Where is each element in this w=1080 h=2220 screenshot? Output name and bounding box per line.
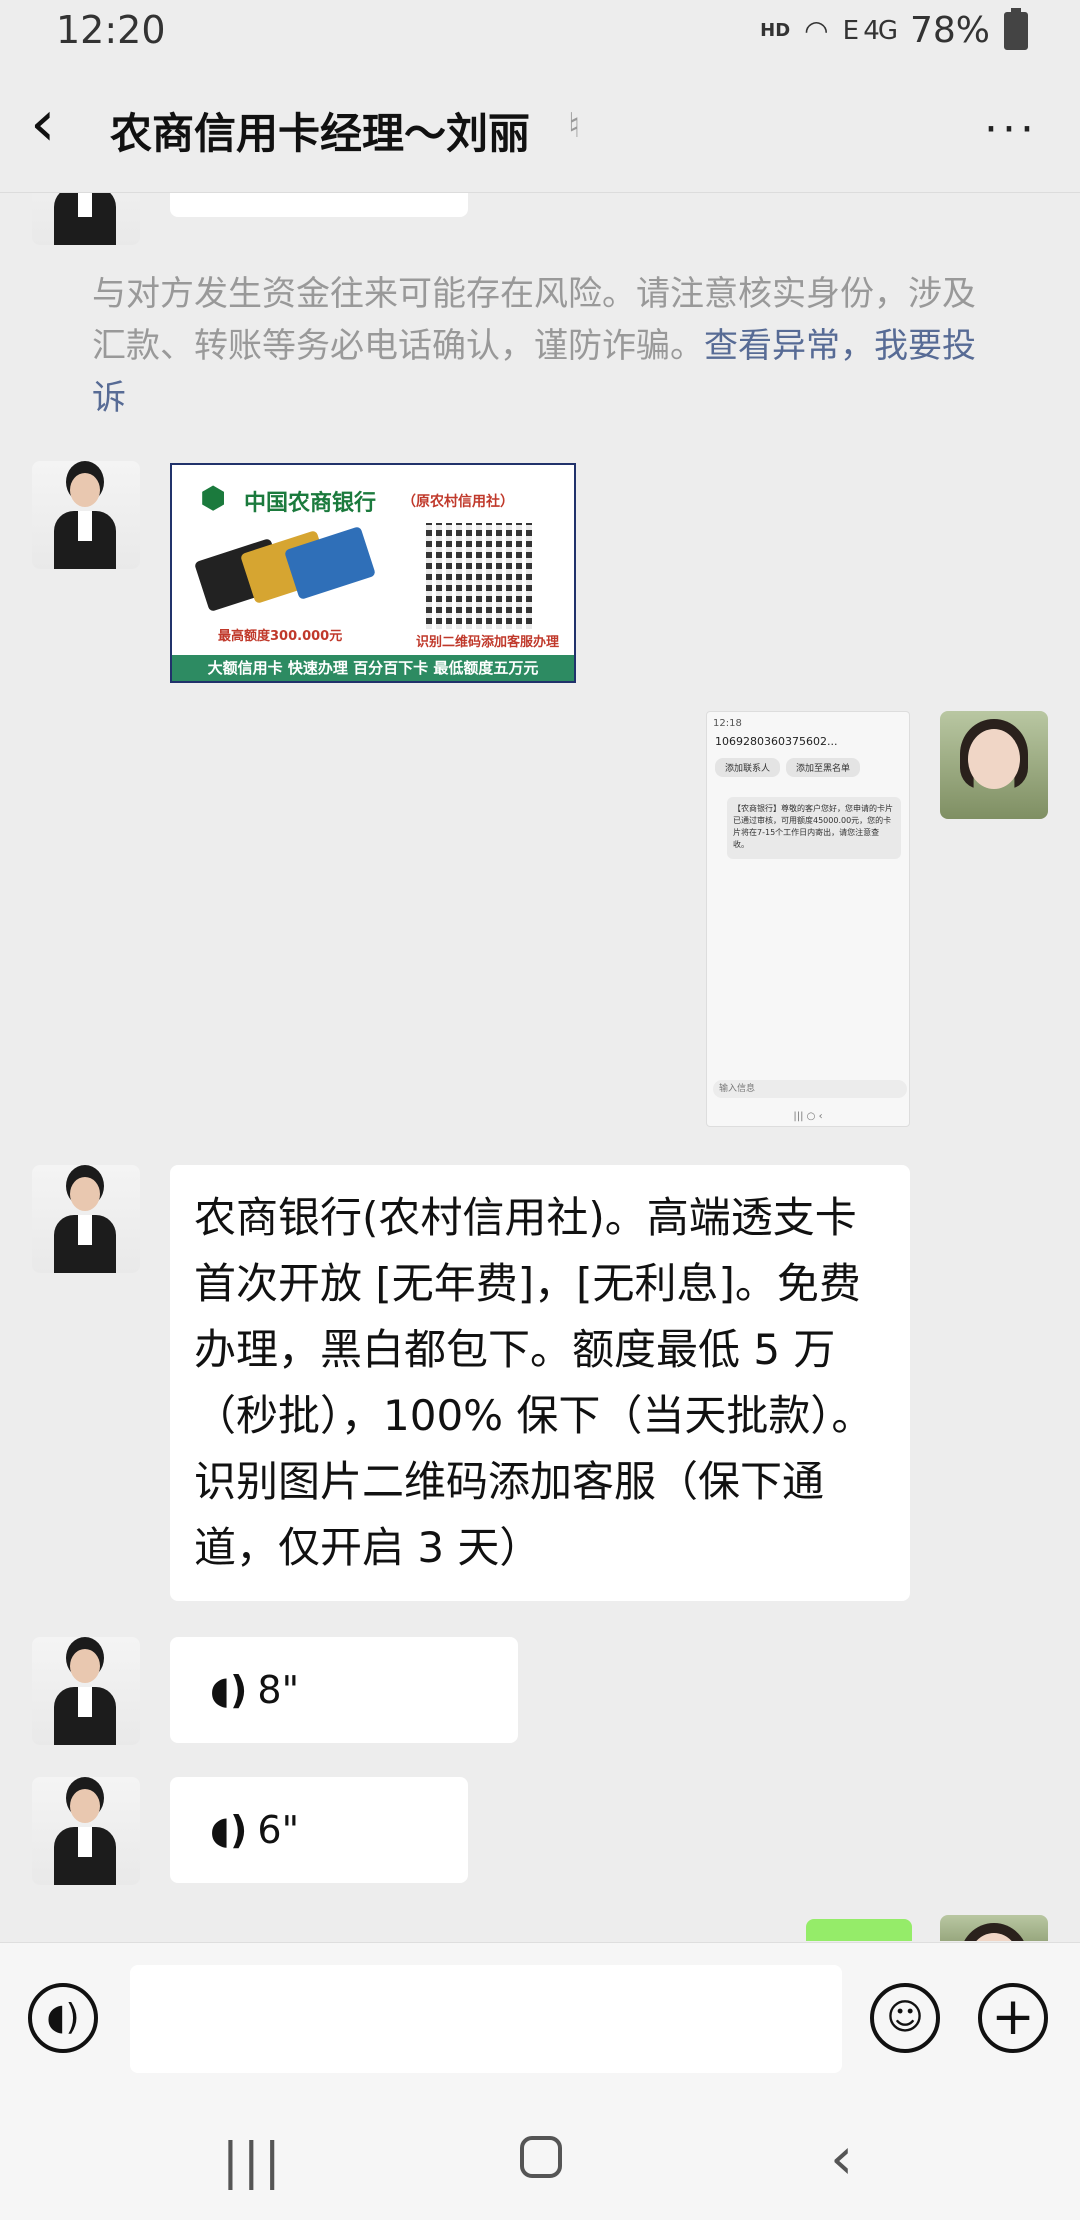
bank-subtitle: （原农村信用社） <box>402 494 514 510</box>
system-nav-bar: ||| ‹ <box>0 2092 1080 2220</box>
status-icons: HD ◠ E 4G 78% <box>760 7 1028 51</box>
signal-icon: E 4G <box>842 15 898 46</box>
sms-message-text: 【农商银行】尊敬的客户您好，您申请的卡片已通过审核，可用额度45000.00元，… <box>727 797 901 859</box>
sms-screenshot-message[interactable]: 12:18 10692803603756​02... 添加联系人 添加至黑名单 … <box>706 711 910 1127</box>
sms-blacklist-chip: 添加至黑名单 <box>786 758 861 777</box>
sms-sender-number: 10692803603756​02... <box>715 735 838 748</box>
battery-percent: 78% <box>909 10 990 51</box>
user-avatar[interactable] <box>940 711 1048 819</box>
bank-banner-text: 大额信用卡 快速办理 百分百下卡 最低额度五万元 <box>172 655 574 681</box>
user-avatar[interactable] <box>940 1915 1048 1941</box>
voice-duration: 8" <box>257 1668 300 1712</box>
battery-icon <box>1004 7 1028 50</box>
agent-avatar[interactable] <box>32 1165 140 1273</box>
message-input-bar: ◖) ☺ + <box>0 1942 1080 2093</box>
nav-back-icon[interactable]: ‹ <box>830 2124 853 2192</box>
scan-qr-text: 识别二维码添加客服办理 <box>416 635 560 650</box>
back-arrow-icon[interactable]: ‹ <box>30 92 90 156</box>
agent-avatar[interactable] <box>32 1637 140 1745</box>
sms-add-contact-chip: 添加联系人 <box>715 758 781 777</box>
voice-input-button[interactable]: ◖) <box>28 1983 98 2053</box>
wifi-icon: ◠ <box>804 14 829 47</box>
agent-avatar[interactable] <box>32 193 140 245</box>
agent-avatar[interactable] <box>32 1777 140 1885</box>
text-message-bubble[interactable]: 农商银行(农村信用社)。高端透支卡首次开放 [无年费]，[无利息]。免费办理，黑… <box>170 1165 910 1601</box>
sms-status-time: 12:18 <box>713 718 742 729</box>
voice-wave-icon: ◖) <box>210 1668 248 1712</box>
chat-header: ‹ 农商信用卡经理～刘丽 ♮ ··· <box>0 66 1080 193</box>
emoji-button[interactable]: ☺ <box>870 1983 940 2053</box>
message-input[interactable] <box>130 1965 842 2073</box>
voice-wave-icon: ◖) <box>210 1808 248 1852</box>
chat-title: 农商信用卡经理～刘丽 <box>110 109 531 158</box>
plus-button[interactable]: + <box>978 1983 1048 2053</box>
status-time: 12:20 <box>56 8 166 52</box>
voice-duration: 6" <box>257 1808 300 1852</box>
status-bar: 12:20 HD ◠ E 4G 78% <box>0 0 1080 66</box>
bank-logo-icon: ⬢ <box>200 481 227 516</box>
self-message-bubble-partial[interactable] <box>806 1919 912 1941</box>
sms-input-placeholder: 输入信息 <box>713 1080 907 1098</box>
voice-message-bubble[interactable]: ◖) 6" <box>170 1777 468 1883</box>
bank-name: 中国农商银行 <box>244 491 377 516</box>
ear-icon: ♮ <box>568 106 581 146</box>
more-options-button[interactable]: ··· <box>984 104 1038 155</box>
agent-avatar[interactable] <box>32 461 140 569</box>
bank-card-image-message[interactable]: ⬢ 中国农商银行 （原农村信用社） 最高额度300.000元 识别二维码添加客服… <box>170 463 576 683</box>
max-limit-text: 最高额度300.000元 <box>218 629 343 644</box>
chat-area[interactable]: 与对方发生资金往来可能存在风险。请注意核实身份，涉及汇款、转账等务必电话确认，谨… <box>0 193 1080 1941</box>
recent-apps-icon[interactable]: ||| <box>222 2132 285 2190</box>
voice-message-bubble[interactable]: ◖) 8" <box>170 1637 518 1743</box>
home-icon[interactable] <box>520 2136 562 2178</box>
hd-indicator: HD <box>760 20 791 41</box>
risk-warning-notice: 与对方发生资金往来可能存在风险。请注意核实身份，涉及汇款、转账等务必电话确认，谨… <box>92 268 992 424</box>
qr-code-icon <box>426 523 532 629</box>
sms-nav-bar: ||| ○ ‹ <box>793 1111 823 1122</box>
message-bubble-partial[interactable] <box>170 193 468 217</box>
